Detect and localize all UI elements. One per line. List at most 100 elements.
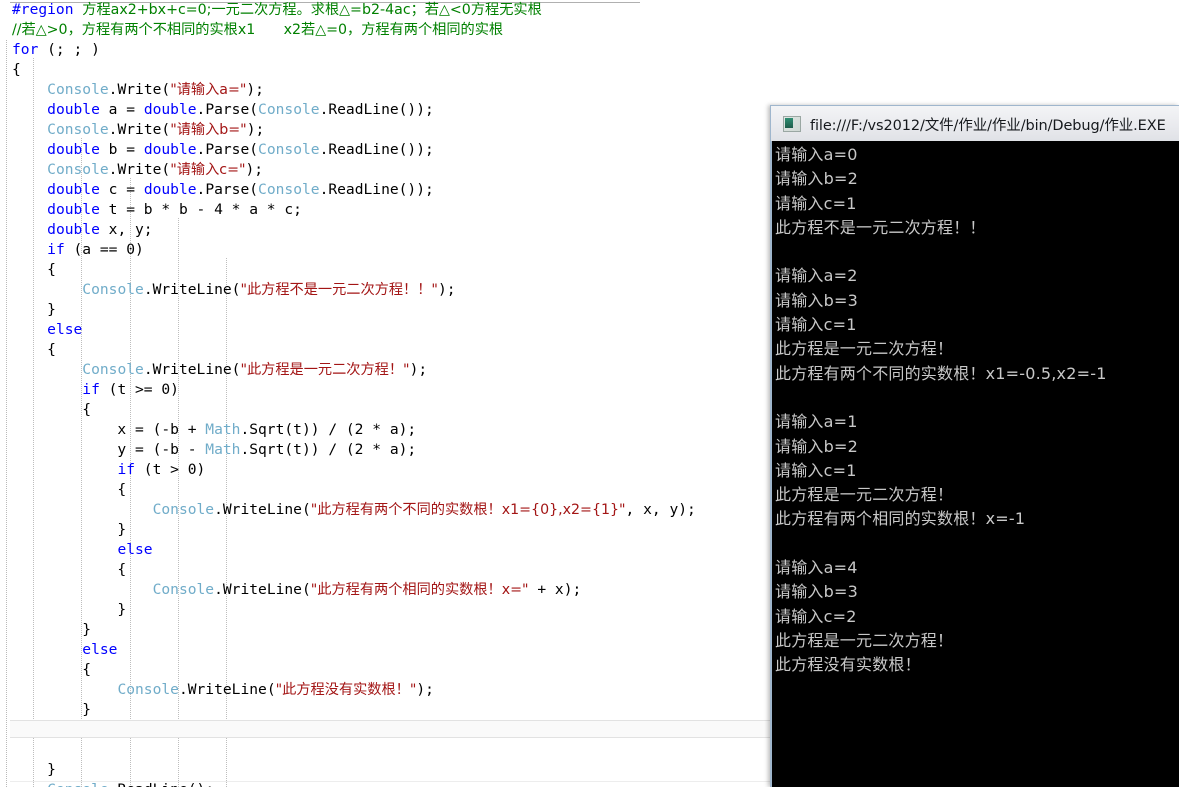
code-token: .Sqrt(t)) / (2 * a); [240,441,417,458]
code-token: "此方程是一元二次方程！" [240,362,410,378]
code-token: .Sqrt(t)) / (2 * a); [240,421,417,438]
code-line[interactable]: Console.Write("请输入a="); [0,80,1179,100]
console-window[interactable]: file:///F:/vs2012/文件/作业/作业/bin/Debug/作业.… [770,105,1179,787]
code-token: { [12,61,21,78]
console-line: 请输入b=2 [775,436,858,456]
console-line: 此方程有两个相同的实数根！x=-1 [775,509,1026,529]
code-token: , x, y); [625,501,696,518]
console-line: 此方程是一元二次方程！ [775,485,954,505]
code-token: "请输入b=" [170,122,247,138]
code-token: c = [99,181,144,198]
code-token: double [47,141,100,158]
code-token: else [82,641,118,658]
console-output[interactable]: 请输入a=0 请输入b=2 请输入c=1 此方程不是一元二次方程！！ 请输入a=2 请输… [772,141,1179,787]
code-line[interactable]: { [0,60,1179,80]
code-token: .WriteLine( [143,281,241,298]
code-token: //若△>0，方程有两个不相同的实根x1 x2若△=0，方程有两个相同的实根 [12,22,504,38]
code-token: .WriteLine( [214,581,311,598]
code-token: } [12,701,92,718]
code-token: 方程ax2+bx+c=0;一元二次方程。求根△=b2-4ac；若△<0方程无实根 [82,2,542,18]
code-token: .WriteLine( [178,681,276,698]
collapsed-region-band [0,721,770,737]
code-token: "此方程没有实数根！" [275,682,417,698]
code-token: Console [258,101,320,118]
code-token: "请输入c=" [170,162,246,178]
code-token: Console [258,181,320,198]
terminal-icon [783,116,801,132]
console-line: 请输入b=2 [775,169,858,189]
code-token: ); [246,121,265,138]
console-line: 请输入c=1 [775,193,857,213]
code-token: Console [152,501,215,518]
code-token: { [12,481,127,498]
code-token: { [12,341,56,358]
console-line: 请输入b=3 [775,582,858,602]
code-token: .Write( [108,121,171,138]
console-line: 此方程不是一元二次方程！！ [775,217,986,237]
console-titlebar[interactable]: file:///F:/vs2012/文件/作业/作业/bin/Debug/作业.… [770,105,1179,142]
code-line[interactable]: for (; ; ) [0,40,1179,60]
code-token: #region [12,1,83,18]
current-line-separator [0,781,770,782]
code-token: x = (-b + [12,421,206,438]
code-token: b = [99,141,144,158]
margin-guide-line [6,40,7,787]
console-line: 此方程是一元二次方程！ [775,339,954,359]
code-token: ); [245,161,264,178]
code-token: .Write( [108,161,171,178]
code-token: (t >= 0) [99,381,179,398]
code-token: ); [246,81,264,98]
code-token: .Parse( [196,101,259,118]
code-token: { [12,401,92,418]
code-token: for [12,41,39,58]
code-token: (t > 0) [135,461,206,478]
console-window-title: file:///F:/vs2012/文件/作业/作业/bin/Debug/作业.… [810,117,1166,134]
code-token: a = [99,101,144,118]
code-token: } [12,601,127,618]
code-token: "此方程有两个相同的实数根！x=" [310,582,529,598]
console-line: 此方程是一元二次方程！ [775,630,954,650]
code-token: double [47,101,100,118]
code-token: "请输入a=" [170,82,247,98]
code-token: (a == 0) [64,241,144,258]
console-line: 此方程没有实数根！ [775,655,921,675]
console-line: 请输入b=3 [775,290,858,310]
collapsed-region-separator-2 [0,737,770,738]
code-token: .Parse( [196,181,259,198]
console-line: 请输入a=2 [775,266,858,286]
code-token: (; ; ) [38,41,100,58]
code-token: Console [82,361,144,378]
code-token: "此方程不是一元二次方程！！" [240,282,438,298]
code-token: { [12,261,56,278]
code-token: if [47,241,65,258]
code-token: .WriteLine( [214,501,311,518]
code-token: .ReadLine()); [319,101,434,118]
code-token: } [12,761,56,778]
code-token: double [47,221,100,238]
code-token: Console [258,141,320,158]
code-line[interactable]: #region 方程ax2+bx+c=0;一元二次方程。求根△=b2-4ac；若… [0,0,1179,20]
console-line: 请输入c=1 [775,315,857,335]
console-line: 请输入a=0 [775,145,858,164]
code-token: else [47,321,83,338]
code-line[interactable]: //若△>0，方程有两个不相同的实根x1 x2若△=0，方程有两个相同的实根 [0,20,1179,40]
code-token: } [12,301,56,318]
code-token: Console [82,281,144,298]
